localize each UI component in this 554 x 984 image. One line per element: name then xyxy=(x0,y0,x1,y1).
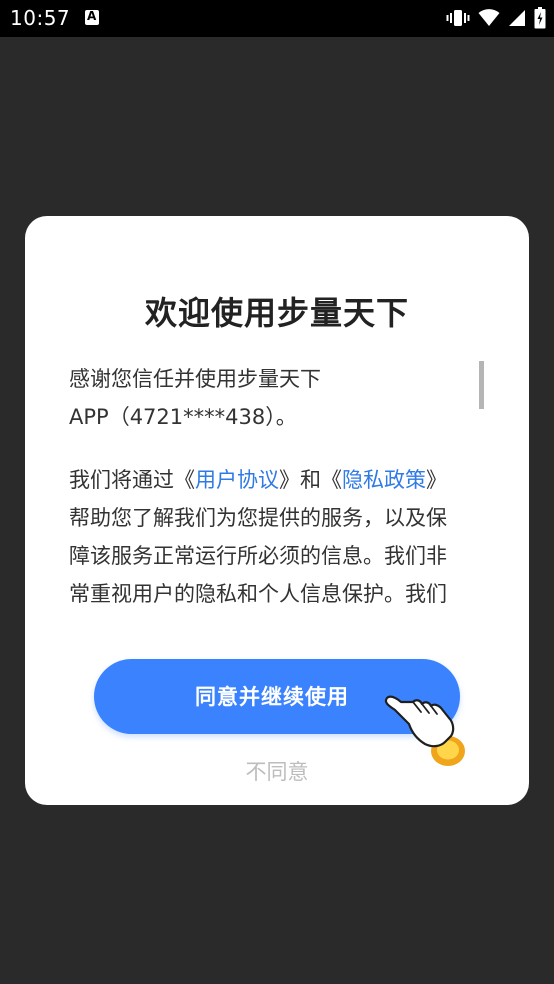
privacy-policy-link[interactable]: 隐私政策 xyxy=(342,468,426,492)
dialog-title: 欢迎使用步量天下 xyxy=(144,294,409,332)
cellular-signal-icon xyxy=(509,10,525,26)
policy-line-4: 常重视用户的隐私和个人信息保护。我们 xyxy=(69,582,447,606)
status-time: 10:57 xyxy=(10,6,71,30)
wifi-icon xyxy=(478,9,500,26)
policy-text-and: 》和《 xyxy=(279,468,342,492)
user-agreement-link[interactable]: 用户协议 xyxy=(195,468,279,492)
intro-line-2: APP（4721****438）。 xyxy=(69,405,297,429)
policy-content[interactable]: 感谢您信任并使用步量天下 APP（4721****438）。 我们将通过《用户协… xyxy=(69,360,497,624)
disagree-link[interactable]: 不同意 xyxy=(25,756,529,786)
status-icons xyxy=(446,7,546,29)
vibrate-icon xyxy=(446,10,470,26)
privacy-dialog: 欢迎使用步量天下 感谢您信任并使用步量天下 APP（4721****438）。 … xyxy=(25,216,529,805)
policy-text-close: 》 xyxy=(426,468,447,492)
status-bar: 10:57 xyxy=(0,0,554,37)
content-scrollbar[interactable] xyxy=(479,361,484,409)
battery-icon xyxy=(534,7,546,29)
notification-a-icon xyxy=(85,9,99,25)
screen: 10:57 欢迎使用步量天下 感 xyxy=(0,0,554,984)
agree-button-label: 同意并继续使用 xyxy=(195,686,349,709)
intro-line-1: 感谢您信任并使用步量天下 xyxy=(69,367,321,391)
policy-text-prefix: 我们将通过《 xyxy=(69,468,195,492)
policy-line-3: 障该服务正常运行所必须的信息。我们非 xyxy=(69,544,447,568)
policy-line-1: 我们将通过《用户协议》和《隐私政策》 xyxy=(69,461,497,499)
policy-line-2: 帮助您了解我们为您提供的服务，以及保 xyxy=(69,506,447,530)
